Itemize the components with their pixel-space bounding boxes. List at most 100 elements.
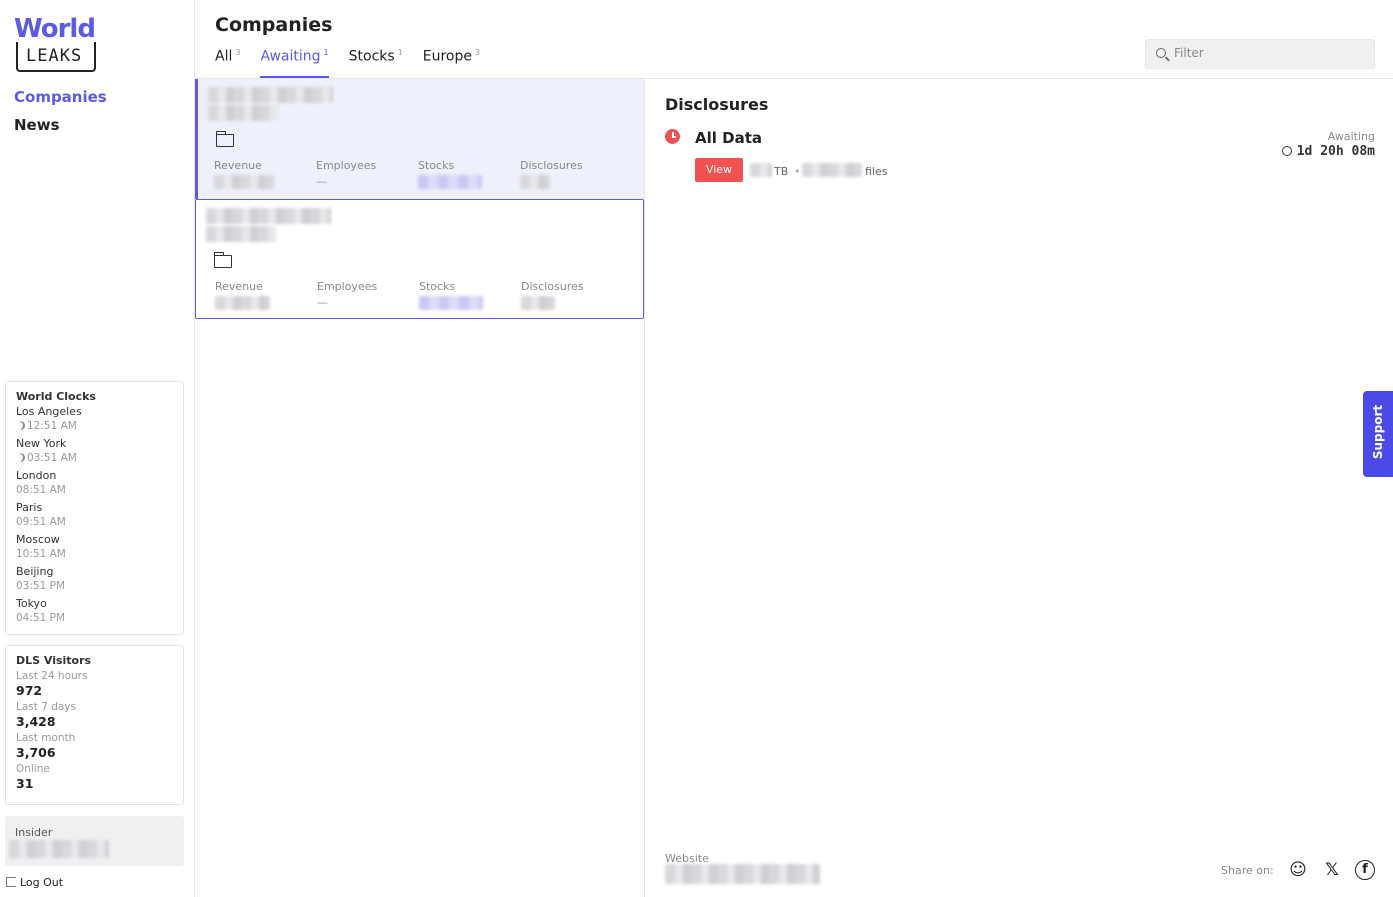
tab-stocks-label: Stocks bbox=[348, 48, 395, 65]
filter-input[interactable] bbox=[1174, 46, 1364, 60]
size-value-redacted bbox=[750, 163, 772, 177]
company-list: Revenue Employees — Stocks Disclosures Re… bbox=[195, 79, 645, 897]
stocks-value-redacted bbox=[418, 175, 482, 189]
visitor-stat-label: Last 7 days bbox=[16, 701, 77, 713]
folder-icon bbox=[215, 131, 234, 147]
tab-awaiting[interactable]: Awaiting 1 bbox=[260, 48, 329, 78]
visitor-stat-label: Last month bbox=[16, 732, 76, 744]
logout-label: Log Out bbox=[20, 876, 64, 889]
clock-city: Los Angeles bbox=[16, 405, 82, 418]
insider-panel: Insider bbox=[5, 816, 184, 866]
filter-field bbox=[1145, 39, 1375, 69]
disclosures-value-redacted bbox=[521, 296, 555, 310]
clock-city: London bbox=[16, 469, 57, 482]
disclosures-value-redacted bbox=[520, 175, 550, 189]
visitor-stat-label: Online bbox=[16, 763, 50, 775]
clock-time-row: 03:51 AM bbox=[16, 451, 173, 465]
view-button[interactable]: View bbox=[695, 158, 743, 182]
countdown: 1d 20h 08m bbox=[1281, 144, 1375, 159]
visitor-stat-value: 3,706 bbox=[16, 745, 56, 760]
world-leaks-logo[interactable]: World LEAKS bbox=[14, 16, 98, 74]
visitor-stat-value: 3,428 bbox=[16, 714, 56, 729]
clock-city: Tokyo bbox=[16, 597, 47, 610]
employees-stat: Employees — bbox=[317, 280, 377, 310]
logout-icon bbox=[6, 877, 16, 887]
clock-list: Los Angeles 12:51 AM New York 03:51 AM Londo… bbox=[16, 405, 173, 625]
search-icon bbox=[1156, 48, 1166, 58]
countdown-text: 1d 20h 08m bbox=[1296, 144, 1375, 159]
clock-time: 10:51 AM bbox=[16, 548, 66, 560]
disclosures-label: Disclosures bbox=[520, 159, 583, 172]
tab-europe[interactable]: Europe 3 bbox=[423, 48, 480, 78]
visitor-stat-label: Last 24 hours bbox=[16, 670, 88, 682]
company-country-redacted bbox=[208, 105, 278, 121]
disclosures-label: Disclosures bbox=[521, 280, 584, 293]
company-card[interactable]: Revenue Employees — Stocks Disclosures bbox=[195, 199, 644, 319]
website-url-redacted[interactable] bbox=[665, 864, 820, 884]
clock-time-row: 03:51 PM bbox=[16, 579, 173, 593]
tab-stocks-count: 1 bbox=[397, 48, 403, 57]
insider-label: Insider bbox=[15, 826, 53, 839]
clock-time: 08:51 AM bbox=[16, 484, 66, 496]
clock-time-row: 12:51 AM bbox=[16, 419, 173, 433]
tab-bar: All 3 Awaiting 1 Stocks 1 Europe 3 bbox=[215, 48, 500, 78]
moon-icon bbox=[16, 421, 25, 430]
company-name-redacted bbox=[208, 87, 333, 103]
x-icon[interactable]: 𝕏 bbox=[1322, 860, 1342, 880]
visitor-stat-value: 972 bbox=[16, 683, 43, 698]
files-label: files bbox=[865, 165, 888, 178]
stocks-stat: Stocks bbox=[419, 280, 483, 310]
support-label: Support bbox=[1371, 404, 1385, 460]
employees-stat: Employees — bbox=[316, 159, 376, 189]
company-name-redacted bbox=[206, 208, 331, 224]
visitors-panel: DLS Visitors Last 24 hours 972 Last 7 days… bbox=[5, 645, 184, 805]
disclosure-item-title: All Data bbox=[695, 129, 762, 147]
reddit-icon[interactable]: ☺ bbox=[1288, 860, 1308, 880]
tab-europe-label: Europe bbox=[422, 48, 472, 65]
disclosures-stat: Disclosures bbox=[520, 159, 583, 189]
sidebar: World LEAKS Companies News World Clocks … bbox=[0, 0, 195, 897]
visitor-stat-value: 31 bbox=[16, 776, 34, 791]
facebook-icon[interactable]: f bbox=[1355, 860, 1375, 880]
status-label: Awaiting bbox=[1327, 130, 1375, 143]
revenue-value-redacted bbox=[214, 175, 274, 189]
disclosures-stat: Disclosures bbox=[521, 280, 584, 310]
clock-time-row: 09:51 AM bbox=[16, 515, 173, 529]
stopwatch-icon bbox=[1281, 146, 1292, 156]
clock-time: 12:51 AM bbox=[27, 420, 77, 432]
employees-label: Employees bbox=[317, 280, 378, 293]
insider-name-redacted bbox=[9, 840, 109, 858]
company-card[interactable]: Revenue Employees — Stocks Disclosures bbox=[195, 79, 644, 199]
employees-value: — bbox=[317, 296, 328, 309]
tab-awaiting-label: Awaiting bbox=[260, 48, 321, 65]
revenue-stat: Revenue bbox=[214, 159, 274, 189]
clock-time: 09:51 AM bbox=[16, 516, 66, 528]
page-title: Companies bbox=[215, 14, 333, 36]
clock-time-row: 10:51 AM bbox=[16, 547, 173, 561]
tab-all[interactable]: All 3 bbox=[215, 48, 240, 78]
clock-city: Beijing bbox=[16, 565, 54, 578]
clock-city: New York bbox=[16, 437, 67, 450]
employees-label: Employees bbox=[316, 159, 377, 172]
visitors-title: DLS Visitors bbox=[16, 654, 92, 667]
revenue-label: Revenue bbox=[214, 159, 262, 172]
nav-companies[interactable]: Companies bbox=[14, 88, 107, 106]
size-unit: TB bbox=[774, 165, 789, 178]
logout-button[interactable]: Log Out bbox=[6, 876, 63, 889]
tab-all-count: 3 bbox=[235, 48, 241, 57]
revenue-value-redacted bbox=[215, 296, 270, 310]
stocks-label: Stocks bbox=[419, 280, 456, 293]
support-button[interactable]: Support bbox=[1363, 391, 1393, 477]
clock-time: 03:51 PM bbox=[16, 580, 65, 592]
logo-bottom-text: LEAKS bbox=[26, 46, 83, 66]
visitor-list: Last 24 hours 972 Last 7 days 3,428 Last mon… bbox=[16, 670, 173, 791]
clock-icon bbox=[665, 129, 680, 144]
logo-top-text: World bbox=[14, 14, 96, 44]
stocks-value-redacted bbox=[419, 296, 483, 310]
world-clocks-title: World Clocks bbox=[16, 390, 96, 403]
moon-icon bbox=[16, 453, 25, 462]
nav-news[interactable]: News bbox=[14, 116, 60, 134]
stocks-label: Stocks bbox=[418, 159, 455, 172]
tab-stocks[interactable]: Stocks 1 bbox=[349, 48, 403, 78]
clock-time: 03:51 AM bbox=[27, 452, 77, 464]
